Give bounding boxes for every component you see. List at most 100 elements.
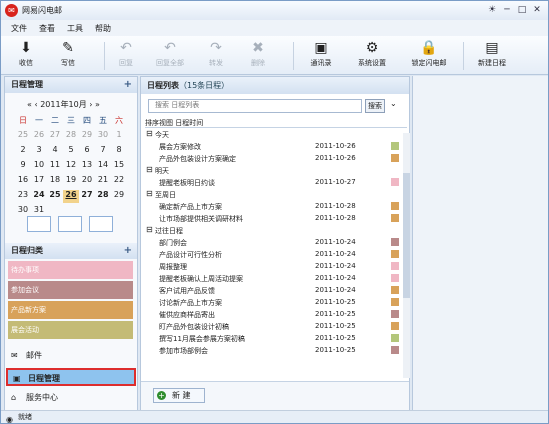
schedule-row[interactable]: 周报整理 2011-10-24 xyxy=(145,261,401,273)
lock-button[interactable]: 🔒 锁定闪电邮 xyxy=(403,39,455,73)
calendar-day[interactable]: 5 xyxy=(63,145,79,158)
schedule-row[interactable]: 客户试用产品反馈 2011-10-24 xyxy=(145,285,401,297)
calendar-day[interactable]: 16 xyxy=(15,175,31,188)
maximize-button[interactable]: □ xyxy=(515,3,529,17)
calendar-day[interactable]: 8 xyxy=(111,145,127,158)
calendar-day[interactable]: 18 xyxy=(47,175,63,188)
reply-all-button[interactable]: ↶ 回复全部 xyxy=(149,39,191,73)
compose-button[interactable]: ✎ 写信 xyxy=(51,39,85,73)
calendar-day[interactable]: 1 xyxy=(111,130,127,143)
calendar-day[interactable]: 26 xyxy=(63,190,79,203)
menu-file[interactable]: 文件 xyxy=(11,23,27,34)
schedule-row[interactable]: 部门例会 2011-10-24 xyxy=(145,237,401,249)
contacts-button[interactable]: ▣ 通讯录 xyxy=(303,39,339,73)
schedule-row[interactable]: 讨论新产品上市方案 2011-10-25 xyxy=(145,297,401,309)
calendar-day[interactable]: 20 xyxy=(79,175,95,188)
calendar-day[interactable]: 22 xyxy=(111,175,127,188)
collapse-icon[interactable]: ⊟ xyxy=(146,129,153,138)
calendar-day[interactable]: 7 xyxy=(95,145,111,158)
category-color-icon xyxy=(391,334,399,342)
nav-mail[interactable]: ✉ 邮件 xyxy=(6,347,136,365)
calendar-day[interactable]: 28 xyxy=(95,190,111,203)
calendar-day[interactable]: 27 xyxy=(47,130,63,143)
calendar-day[interactable]: 17 xyxy=(31,175,47,188)
schedule-row[interactable]: 产品外包装设计方案确定 2011-10-26 xyxy=(145,153,401,165)
category-product[interactable]: 产品新方案 xyxy=(8,301,133,319)
collapse-icon[interactable]: ⊟ xyxy=(146,189,153,198)
schedule-group[interactable]: ⊟ 至周日 xyxy=(145,189,401,201)
category-meeting[interactable]: 参加会议 xyxy=(8,281,133,299)
category-todo[interactable]: 待办事项 xyxy=(8,261,133,279)
schedule-group[interactable]: ⊟ 今天 xyxy=(145,129,401,141)
schedule-row[interactable]: 撰写11月展会参展方案初稿 2011-10-25 xyxy=(145,333,401,345)
calendar-day[interactable]: 26 xyxy=(31,130,47,143)
previous-year-icon[interactable]: « xyxy=(27,100,32,109)
schedule-row[interactable]: 盯产品外包装设计初稿 2011-10-25 xyxy=(145,321,401,333)
next-year-icon[interactable]: » xyxy=(95,100,100,109)
next-month-icon[interactable]: › xyxy=(89,100,92,109)
schedule-row[interactable]: 参加市场部例会 2011-10-25 xyxy=(145,345,401,357)
add-icon[interactable]: + xyxy=(124,77,132,93)
category-expo[interactable]: 展会活动 xyxy=(8,321,133,339)
skin-icon[interactable]: ☀ xyxy=(485,3,499,17)
collapse-icon[interactable]: ⌄ xyxy=(390,99,397,108)
calendar-day[interactable]: 4 xyxy=(47,145,63,158)
schedule-row[interactable]: 提醒老板确认上周活动提案 2011-10-24 xyxy=(145,273,401,285)
month-view-button[interactable] xyxy=(89,216,113,232)
calendar-day[interactable]: 27 xyxy=(79,190,95,203)
calendar-day[interactable]: 9 xyxy=(15,160,31,173)
scrollbar-thumb[interactable] xyxy=(403,173,410,298)
minimize-button[interactable]: ─ xyxy=(500,3,514,17)
reply-button[interactable]: ↶ 回复 xyxy=(111,39,141,73)
scrollbar[interactable] xyxy=(403,133,410,378)
close-button[interactable]: ✕ xyxy=(530,3,544,17)
new-button[interactable]: + 新 建 xyxy=(153,388,205,403)
calendar-day[interactable]: 29 xyxy=(79,130,95,143)
schedule-row[interactable]: 提醒老板明日约谈 2011-10-27 xyxy=(145,177,401,189)
nav-schedule[interactable]: ▣ 日程管理 xyxy=(6,368,136,386)
calendar-day[interactable]: 3 xyxy=(31,145,47,158)
search-input[interactable]: 搜索 日程列表 xyxy=(148,99,362,113)
calendar-day[interactable]: 23 xyxy=(15,190,31,203)
schedule-row[interactable]: 确定新产品上市方案 2011-10-28 xyxy=(145,201,401,213)
calendar-day[interactable]: 2 xyxy=(15,145,31,158)
calendar-day[interactable]: 15 xyxy=(111,160,127,173)
settings-button[interactable]: ⚙ 系统设置 xyxy=(349,39,395,73)
calendar-day[interactable]: 19 xyxy=(63,175,79,188)
calendar-day[interactable]: 30 xyxy=(95,130,111,143)
receive-button[interactable]: ⬇ 收信 xyxy=(9,39,43,73)
calendar-day[interactable]: 29 xyxy=(111,190,127,203)
calendar-day[interactable]: 12 xyxy=(63,160,79,173)
schedule-group[interactable]: ⊟ 明天 xyxy=(145,165,401,177)
calendar-day[interactable]: 21 xyxy=(95,175,111,188)
nav-service[interactable]: ⌂ 服务中心 xyxy=(6,389,136,407)
collapse-icon[interactable]: ⊟ xyxy=(146,225,153,234)
day-view-button[interactable] xyxy=(27,216,51,232)
menu-help[interactable]: 帮助 xyxy=(95,23,111,34)
schedule-row[interactable]: 让市场部提供相关调研材料 2011-10-28 xyxy=(145,213,401,225)
add-category-icon[interactable]: + xyxy=(124,243,132,259)
calendar-day[interactable]: 14 xyxy=(95,160,111,173)
calendar-day[interactable]: 11 xyxy=(47,160,63,173)
menu-tools[interactable]: 工具 xyxy=(67,23,83,34)
calendar-day[interactable]: 6 xyxy=(79,145,95,158)
week-view-button[interactable] xyxy=(58,216,82,232)
calendar-day[interactable]: 28 xyxy=(63,130,79,143)
schedule-row[interactable]: 催供应商样品寄出 2011-10-25 xyxy=(145,309,401,321)
download-icon: ⬇ xyxy=(20,40,32,56)
schedule-row[interactable]: 展会方案修改 2011-10-26 xyxy=(145,141,401,153)
calendar-day[interactable]: 25 xyxy=(47,190,63,203)
calendar-day[interactable]: 25 xyxy=(15,130,31,143)
collapse-icon[interactable]: ⊟ xyxy=(146,165,153,174)
calendar-day[interactable]: 10 xyxy=(31,160,47,173)
delete-button[interactable]: ✖ 删除 xyxy=(241,39,275,73)
menu-view[interactable]: 查看 xyxy=(39,23,55,34)
schedule-group[interactable]: ⊟ 过往日程 xyxy=(145,225,401,237)
calendar-day[interactable]: 24 xyxy=(31,190,47,203)
previous-month-icon[interactable]: ‹ xyxy=(34,100,37,109)
schedule-row[interactable]: 产品设计可行性分析 2011-10-24 xyxy=(145,249,401,261)
new-schedule-button[interactable]: ▤ 新建日程 xyxy=(469,39,515,73)
forward-button[interactable]: ↷ 转发 xyxy=(201,39,231,73)
search-button[interactable]: 搜索 xyxy=(365,99,385,113)
calendar-day[interactable]: 13 xyxy=(79,160,95,173)
